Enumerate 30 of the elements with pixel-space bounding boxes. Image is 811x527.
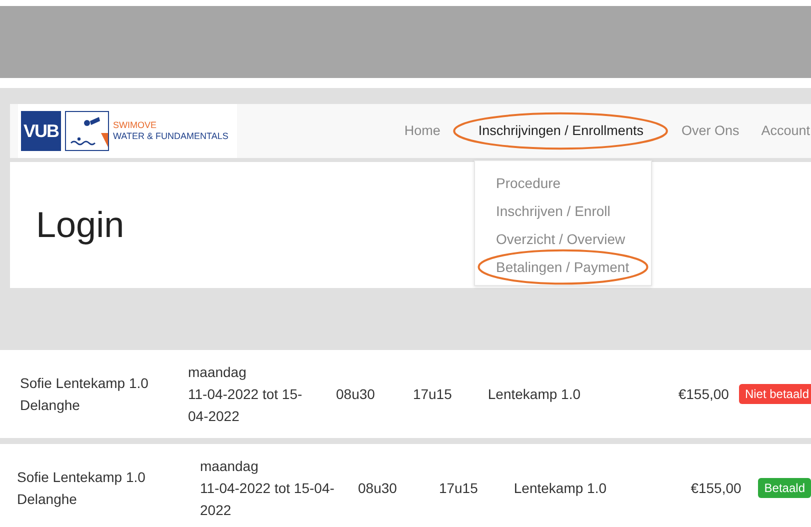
table-cell-text: €155,00 bbox=[690, 479, 742, 498]
nav-link[interactable]: Inschrijvingen / Enrollments bbox=[452, 104, 670, 158]
table-cell-text: Lentekamp 1.0 bbox=[488, 385, 580, 404]
table-cell-text: €155,00 bbox=[678, 385, 729, 404]
nav-link[interactable]: Account bbox=[751, 104, 811, 158]
status-badge: Niet betaald bbox=[738, 384, 811, 404]
table-cell-text: maandag bbox=[200, 457, 260, 476]
table-cell-text: Sofie Lentekamp 1.0 Delanghe bbox=[17, 468, 146, 509]
table-cell-text: 08u30 bbox=[358, 479, 397, 498]
table-cell-text: 17u15 bbox=[438, 479, 478, 498]
table-cell-text: maandag bbox=[188, 363, 248, 382]
logo-mark: VUB bbox=[21, 111, 61, 151]
table-cell-text: Sofie Lentekamp 1.0 Delanghe bbox=[20, 374, 150, 415]
status-badge: Betaald bbox=[758, 478, 811, 498]
logo-title: SWIMOVE bbox=[113, 120, 158, 131]
table-cell-text: 08u30 bbox=[336, 385, 375, 404]
menu-item[interactable]: Overzicht / Overview bbox=[475, 225, 651, 253]
logo-subtitle: WATER & FUNDAMENTALS bbox=[113, 131, 228, 142]
page-title: Login bbox=[36, 204, 124, 246]
menu-item[interactable]: Procedure bbox=[475, 169, 651, 197]
swimmer-icon bbox=[65, 111, 109, 151]
table-cell-text: 11-04-2022 tot 15-04-2022 bbox=[188, 385, 304, 426]
table-cell-text: 17u15 bbox=[412, 385, 452, 404]
table-cell-text: Lentekamp 1.0 bbox=[514, 479, 606, 498]
menu-item[interactable]: Betalingen / Payment bbox=[475, 253, 651, 281]
nav-link[interactable]: Over Ons bbox=[669, 104, 752, 158]
menu-item[interactable]: Inschrijven / Enroll bbox=[475, 197, 651, 225]
nav-link[interactable]: Home bbox=[392, 104, 452, 158]
logo[interactable]: VUB SWIMOVE WATER & FUNDAMENTALS bbox=[18, 104, 237, 158]
table-cell-text: 11-04-2022 tot 15-04-2022 bbox=[200, 479, 336, 520]
